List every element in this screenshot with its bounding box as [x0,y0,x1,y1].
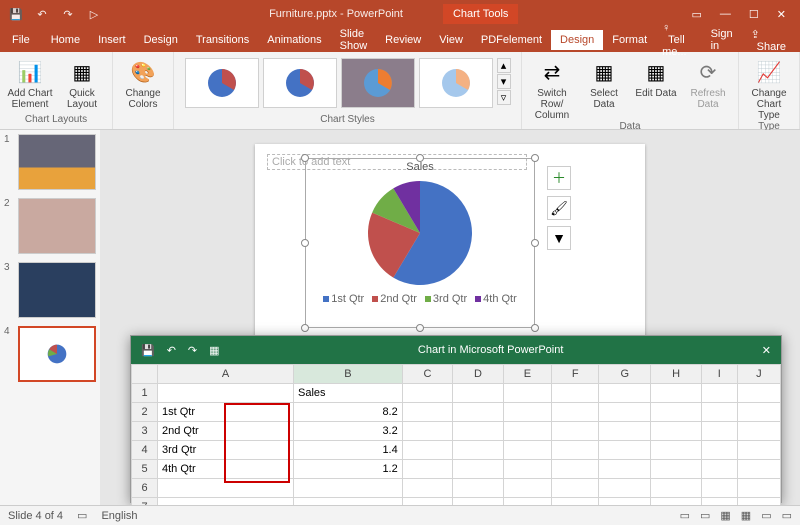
context-tab-label: Chart Tools [443,4,518,24]
slide-thumb[interactable] [18,262,96,318]
tab-pdfelement[interactable]: PDFelement [472,30,551,50]
group-label: Chart Layouts [25,114,87,127]
spreadsheet-grid[interactable]: ABCDEFGHIJ 1Sales21st Qtr8.232nd Qtr3.24… [131,364,781,517]
tab-chart-format[interactable]: Format [603,30,656,50]
document-title: Furniture.pptx - PowerPoint [269,8,403,20]
ribbon: 📊Add Chart Element ▦Quick Layout Chart L… [0,52,800,130]
chart-object[interactable]: Sales 1st Qtr2nd Qtr3rd Qtr4th Qtr [305,158,535,328]
slide-panel[interactable]: 1 2 3 4 [0,130,100,505]
tab-transitions[interactable]: Transitions [187,30,258,50]
save-icon[interactable]: 💾 [8,6,24,22]
notes-button[interactable]: ▭ [680,509,690,522]
chart-styles-gallery[interactable]: ▴▾▿ [185,54,511,114]
switch-row-column-button[interactable]: ⇄Switch Row/ Column [528,58,576,121]
tab-chart-design[interactable]: Design [551,30,603,50]
tab-animations[interactable]: Animations [258,30,330,50]
quick-layout-button[interactable]: ▦Quick Layout [58,58,106,110]
slide-counter: Slide 4 of 4 [8,510,63,522]
reading-view-icon[interactable]: ▭ [761,509,771,522]
change-colors-button[interactable]: 🎨Change Colors [119,58,167,110]
chart-styles-button[interactable]: 🖌 [547,196,571,220]
change-chart-type-button[interactable]: 📈Change Chart Type [745,58,793,121]
group-label: Chart Styles [320,114,374,127]
refresh-data-button[interactable]: ⟳Refresh Data [684,58,732,110]
slideshow-icon[interactable]: ▭ [782,509,792,522]
menu-bar: File Home Insert Design Transitions Anim… [0,28,800,52]
tab-view[interactable]: View [430,30,472,50]
tab-home[interactable]: Home [42,30,89,50]
slide-thumb[interactable] [18,326,96,382]
comments-button[interactable]: ▭ [700,509,710,522]
chart-elements-button[interactable]: ＋ [547,166,571,190]
normal-view-icon[interactable]: ▦ [720,509,730,522]
edit-data-button[interactable]: ▦Edit Data [632,58,680,99]
slide-thumb[interactable] [18,198,96,254]
start-from-beginning-icon[interactable]: ▷ [86,6,102,22]
status-bar: Slide 4 of 4 ▭ English ▭ ▭ ▦ ▦ ▭ ▭ [0,505,800,525]
tab-design[interactable]: Design [135,30,187,50]
language[interactable]: English [101,510,137,522]
tab-insert[interactable]: Insert [89,30,135,50]
excel-save-icon[interactable]: 💾 [141,344,155,357]
redo-icon[interactable]: ↷ [60,6,76,22]
tab-review[interactable]: Review [376,30,430,50]
tab-file[interactable]: File [0,30,42,50]
spellcheck-icon[interactable]: ▭ [77,509,87,522]
excel-undo-icon[interactable]: ↶ [167,344,176,357]
chart-legend[interactable]: 1st Qtr2nd Qtr3rd Qtr4th Qtr [306,293,534,305]
add-chart-element-button[interactable]: 📊Add Chart Element [6,58,54,110]
excel-customize-icon[interactable]: ▦ [209,344,219,357]
embedded-excel[interactable]: 💾 ↶ ↷ ▦ Chart in Microsoft PowerPoint ✕ … [130,335,782,503]
excel-redo-icon[interactable]: ↷ [188,344,197,357]
pie-chart[interactable] [360,173,480,293]
select-data-button[interactable]: ▦Select Data [580,58,628,110]
excel-close-icon[interactable]: ✕ [752,344,781,357]
slide-canvas[interactable]: Click to add text Sales 1st Qtr2nd Qtr3r… [255,144,645,364]
chart-filters-button[interactable]: ▼ [547,226,571,250]
slide-thumb[interactable] [18,134,96,190]
undo-icon[interactable]: ↶ [34,6,50,22]
excel-title: Chart in Microsoft PowerPoint [230,344,752,356]
slide-sorter-icon[interactable]: ▦ [741,509,751,522]
